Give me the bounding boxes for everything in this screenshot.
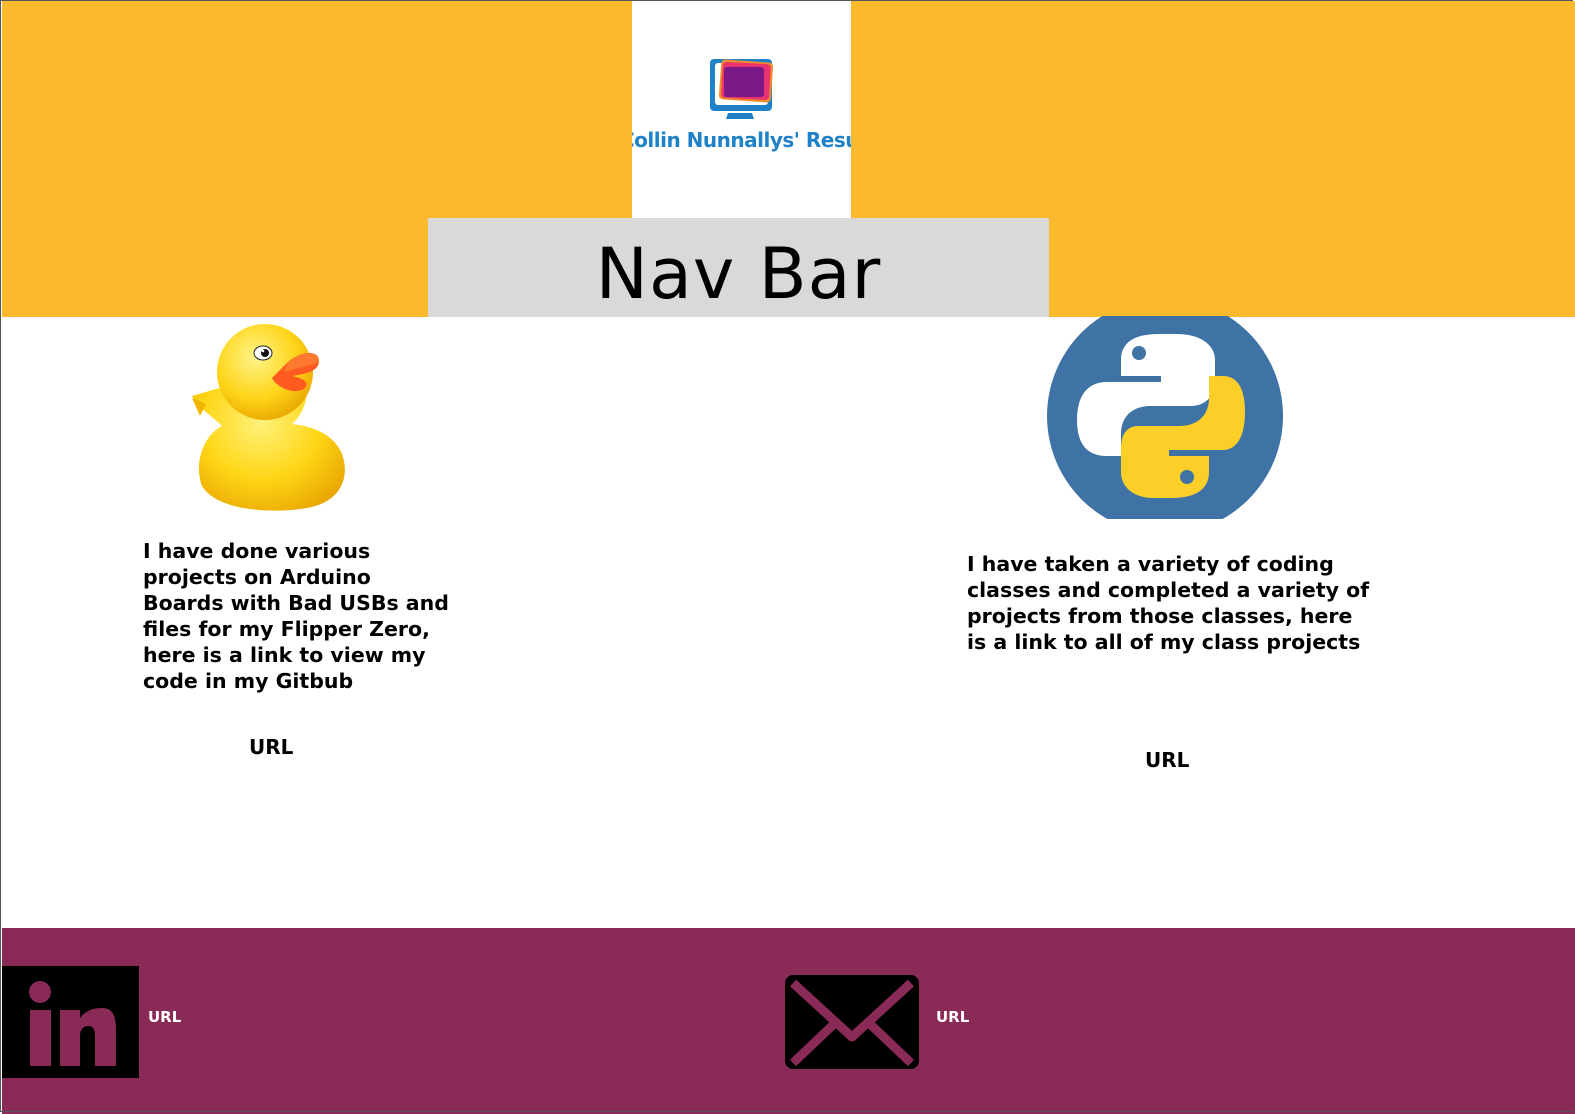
linkedin-icon[interactable] [2,966,139,1078]
site-logo[interactable]: Collin Nunnallys' Resume [632,1,851,219]
rubber-duck-image [192,324,345,511]
site-logo-text: Collin Nunnallys' Resume [632,128,851,152]
class-projects-url-link[interactable]: URL [1145,748,1189,772]
footer: URL URL [2,928,1575,1114]
email-url-link[interactable]: URL [936,1008,969,1026]
python-logo-image [1047,316,1283,519]
class-projects-description: I have taken a variety of coding classes… [967,552,1370,654]
nav-bar-label: Nav Bar [595,233,882,315]
nav-bar[interactable]: Nav Bar [428,218,1049,317]
mail-icon[interactable] [783,973,921,1071]
github-url-link[interactable]: URL [249,735,293,759]
linkedin-url-link[interactable]: URL [148,1008,181,1026]
arduino-projects-description: I have done various projects on Arduino … [143,539,449,693]
monitor-icon [710,59,774,119]
